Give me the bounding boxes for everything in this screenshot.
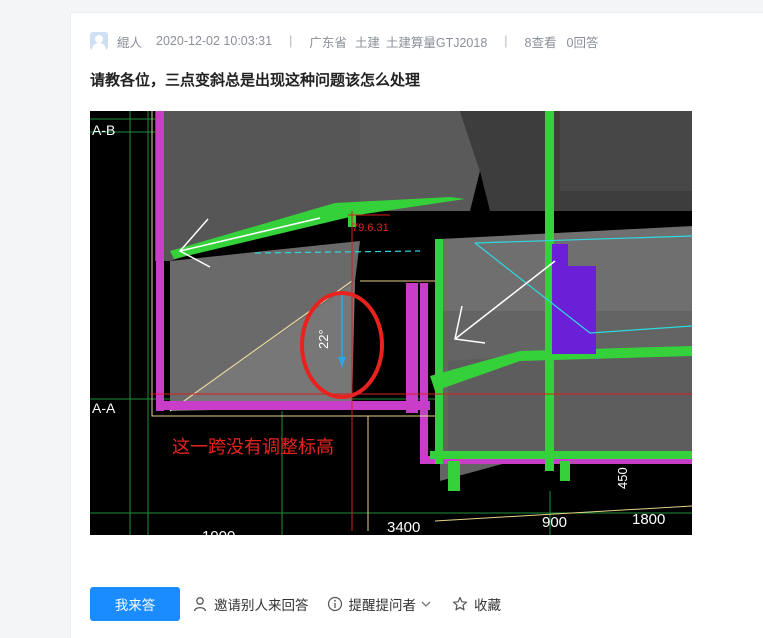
slab-top-right-face	[560, 111, 692, 191]
question-card: 緄人 2020-12-02 10:03:31 | 广东省 土建 土建算量GTJ2…	[70, 12, 763, 638]
user-icon	[193, 597, 207, 612]
avatar-body-shape	[92, 43, 106, 50]
axis-label-top: A-B	[92, 122, 115, 138]
question-image[interactable]: A-B A-A 79.6.31 22° 这一跨没有调整标高 1900 3400 …	[90, 111, 692, 535]
meta-separator: |	[504, 34, 508, 48]
star-icon	[452, 596, 468, 611]
invite-label: 邀请别人来回答	[214, 598, 309, 613]
author-name[interactable]: 緄人	[117, 32, 142, 51]
dim-1900: 1900	[202, 528, 235, 535]
info-icon	[327, 596, 342, 612]
post-meta: 緄人 2020-12-02 10:03:31 | 广东省 土建 土建算量GTJ2…	[90, 31, 598, 51]
post-category[interactable]: 土建	[355, 32, 380, 51]
question-title: 请教各位，三点变斜总是出现这种问题该怎么处理	[90, 72, 421, 89]
view-count: 8查看	[524, 35, 557, 50]
dim-450: 450	[615, 467, 630, 489]
post-region[interactable]: 广东省	[309, 32, 347, 51]
post-software[interactable]: 土建算量GTJ2018	[386, 32, 487, 51]
dim-900: 900	[542, 514, 567, 531]
chevron-down-icon	[421, 601, 431, 607]
axis-label-mid: A-A	[92, 400, 116, 416]
avatar[interactable]	[90, 32, 108, 50]
angle-label: 22°	[316, 329, 331, 349]
dim-1800: 1800	[632, 511, 665, 528]
answer-button[interactable]: 我来答	[90, 587, 180, 621]
remind-button[interactable]: 提醒提问者	[327, 594, 433, 614]
dim-3400: 3400	[387, 519, 420, 535]
image-annotation: 这一跨没有调整标高	[172, 437, 334, 457]
elevation-label: 79.6.31	[352, 222, 389, 234]
answer-count: 0回答	[566, 35, 599, 50]
collect-label: 收藏	[474, 598, 501, 613]
collect-button[interactable]: 收藏	[452, 594, 501, 614]
invite-button[interactable]: 邀请别人来回答	[192, 594, 309, 614]
meta-separator: |	[289, 34, 293, 48]
post-datetime: 2020-12-02 10:03:31	[156, 34, 273, 48]
remind-label: 提醒提问者	[348, 598, 417, 613]
avatar-head-shape	[95, 35, 103, 43]
action-bar: 我来答 邀请别人来回答 提醒提问者 收藏	[90, 587, 501, 621]
cad-drawing: A-B A-A 79.6.31 22° 这一跨没有调整标高 1900 3400 …	[90, 111, 692, 535]
